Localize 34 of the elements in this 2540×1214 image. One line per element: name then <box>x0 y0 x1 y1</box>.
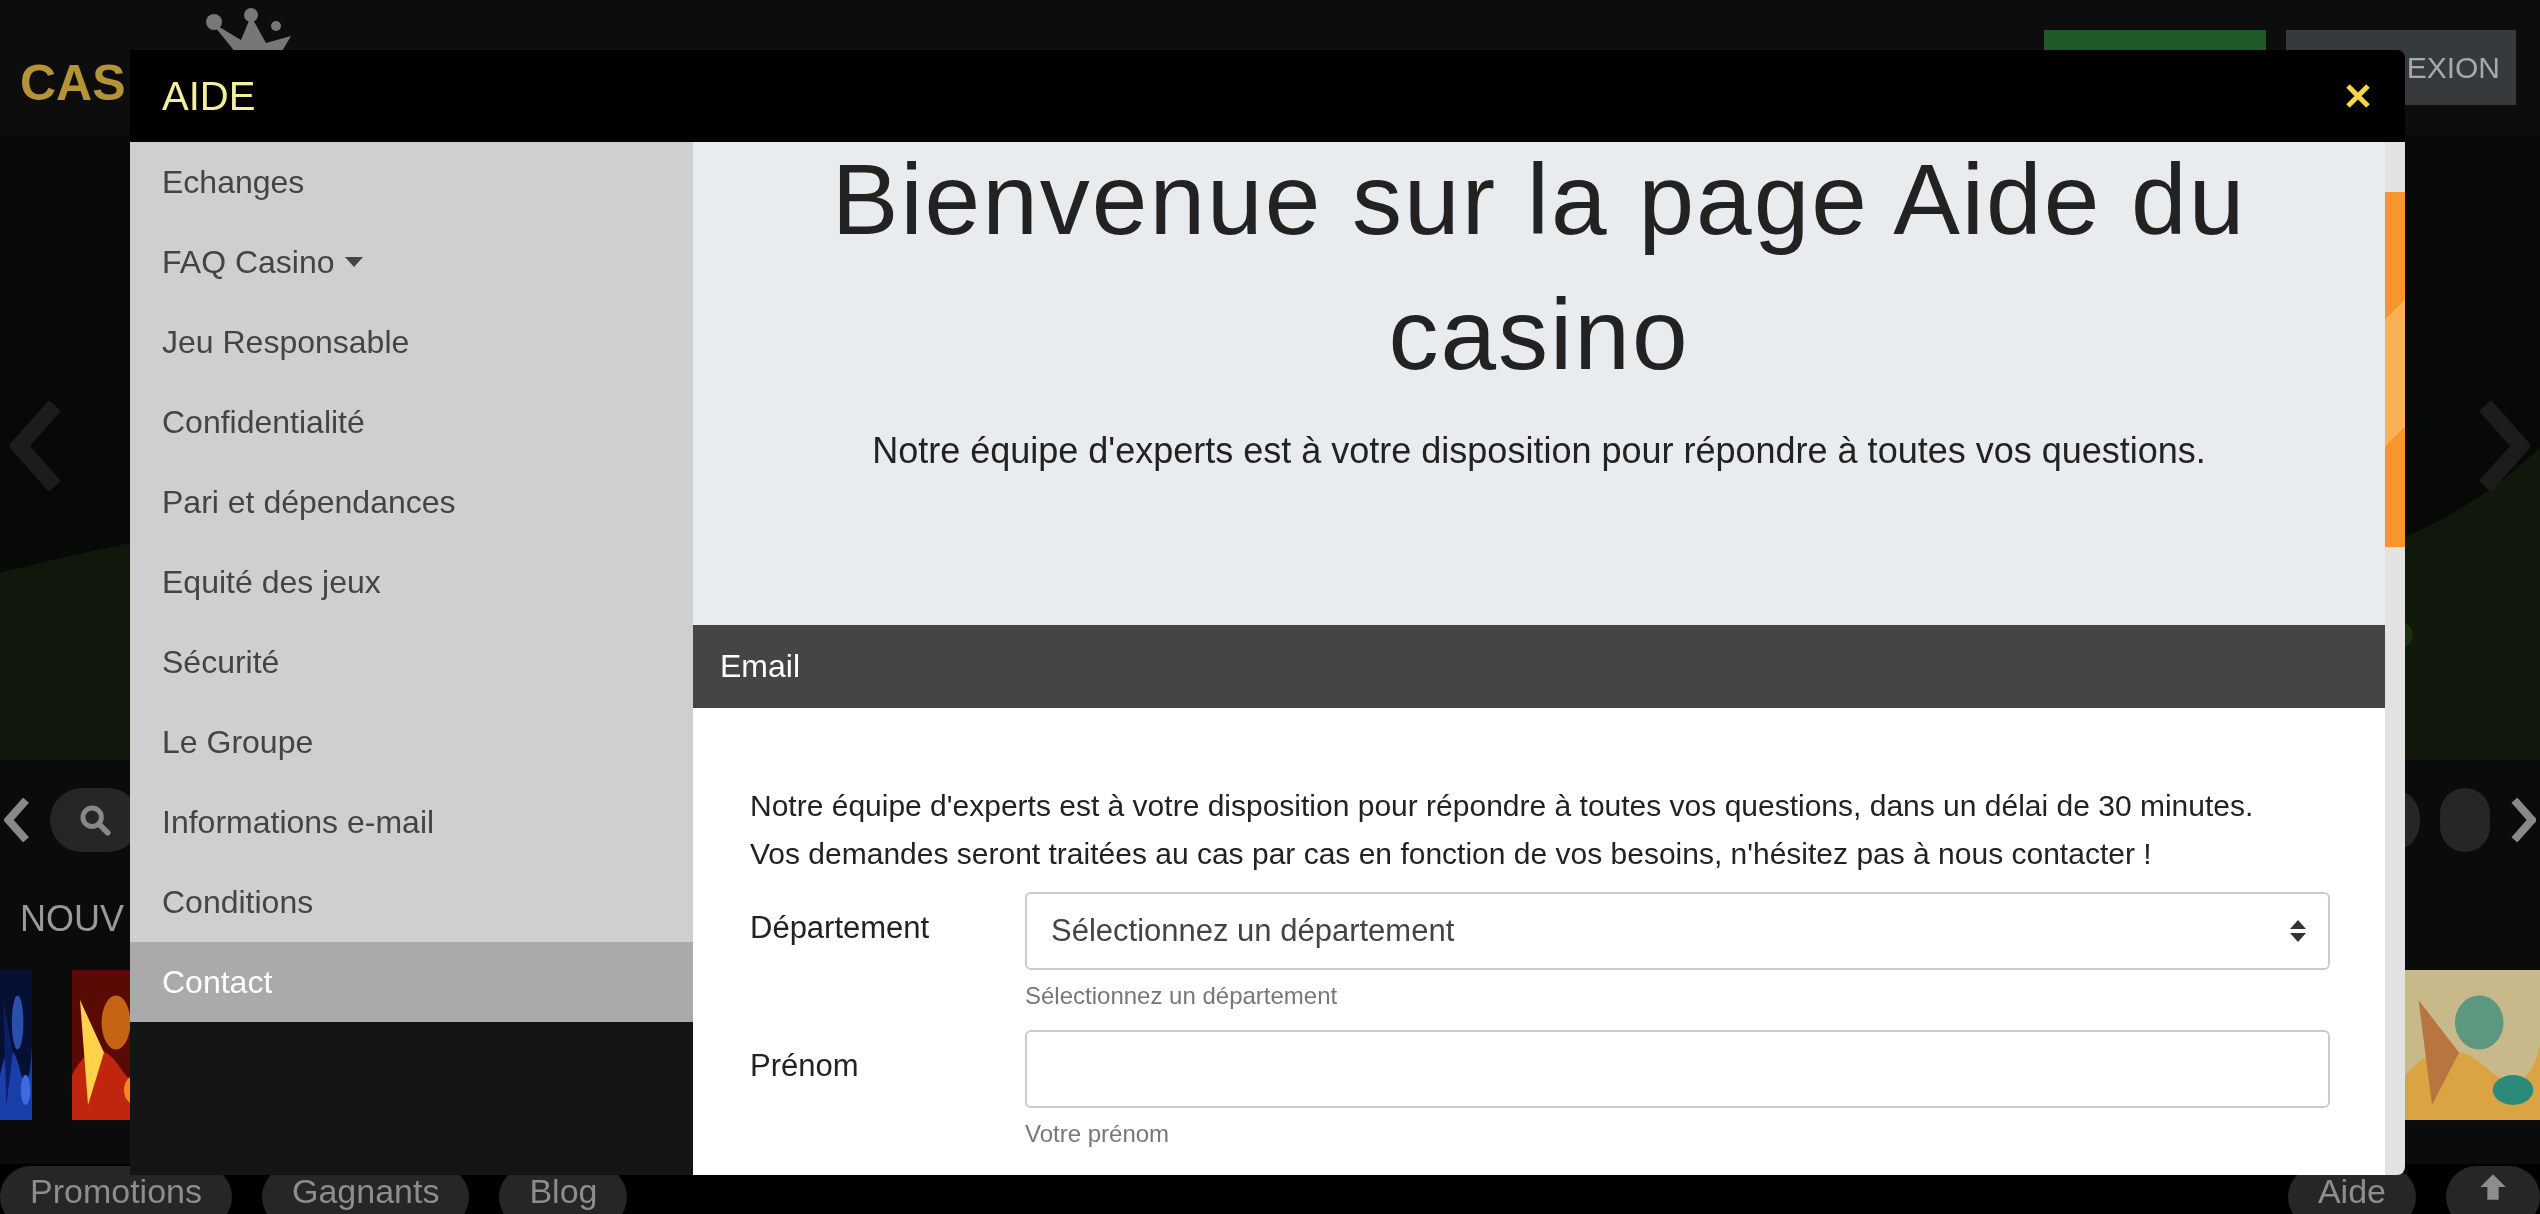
back-to-top-button[interactable] <box>2446 1166 2540 1214</box>
sidebar-item[interactable]: Pari et dépendances <box>130 462 693 542</box>
sidebar-item[interactable]: Equité des jeux <box>130 542 693 622</box>
caret-down-icon <box>344 257 363 267</box>
section-heading: NOUV <box>20 898 124 940</box>
filter-pill[interactable] <box>2439 788 2490 852</box>
help-text: Votre prénom <box>1025 1120 1171 1148</box>
nav-link[interactable]: Promotions <box>0 1166 232 1214</box>
section-title: Email <box>720 648 800 685</box>
chevron-left-icon[interactable] <box>4 798 31 842</box>
sidebar-item[interactable]: Conditions <box>130 862 693 942</box>
scrollbar[interactable] <box>2385 142 2405 1175</box>
chevron-right-icon[interactable] <box>2509 798 2536 842</box>
search-icon <box>78 803 113 837</box>
department-select[interactable]: Sélectionnez un département <box>1025 892 2330 970</box>
help-text: Sélectionnez un département <box>1025 982 1339 1010</box>
field-label: Département <box>750 909 931 947</box>
logo: CAS <box>20 53 126 112</box>
sidebar-item[interactable]: Jeu Responsable <box>130 302 693 382</box>
sidebar-item[interactable]: Sécurité <box>130 622 693 702</box>
dialog-title: AIDE <box>162 73 256 119</box>
sort-icon <box>2290 920 2306 942</box>
scrollbar-thumb[interactable] <box>2385 192 2405 547</box>
sidebar-item[interactable]: FAQ Casino <box>130 222 693 302</box>
input-field[interactable] <box>1025 1030 2330 1108</box>
sidebar-item[interactable]: Le Groupe <box>130 702 693 782</box>
sidebar-item[interactable]: Confidentialité <box>130 382 693 462</box>
intro-text: Notre équipe d'experts est à votre disposition pour répondre à toutes vos questions, dans un délai de 30 minutes. Vos demandes seront traitées au cas par cas en fonction de vos besoins, n'hésitez pas à nous contacter ! <box>750 788 2255 872</box>
sidebar-item[interactable]: Echanges <box>130 142 693 222</box>
page-title: Bienvenue sur la page Aide du casino <box>830 142 2248 392</box>
close-icon <box>2345 83 2371 109</box>
page-subtitle: Notre équipe d'experts est à votre disposition pour répondre à toutes vos questions. <box>872 430 2206 472</box>
field-label: Prénom <box>750 1047 860 1085</box>
sidebar-item[interactable]: Informations e-mail <box>130 782 693 862</box>
